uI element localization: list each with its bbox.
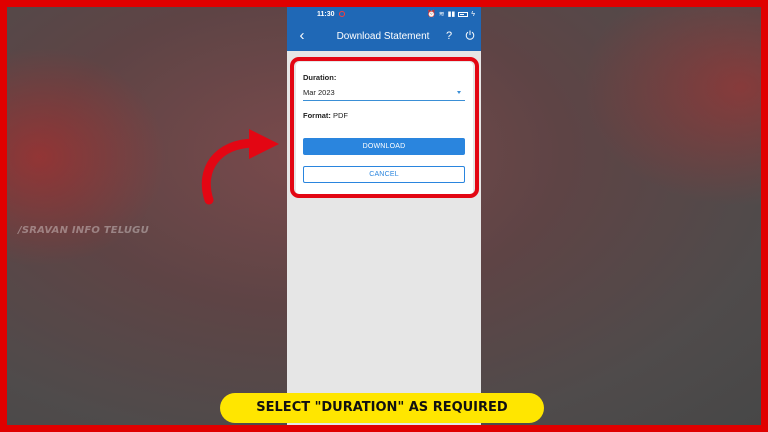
app-bar: ‹ Download Statement ? [287, 21, 481, 51]
phone-screen: 11:30 ⏰ ≋ ▮▮ ϟ ‹ Download Statement ? Du… [287, 7, 481, 425]
status-icons: ⏰ ≋ ▮▮ ϟ [426, 10, 475, 19]
caption-banner: SELECT "DURATION" AS REQUIRED [220, 393, 544, 423]
help-button[interactable]: ? [439, 30, 459, 42]
charging-icon: ϟ [471, 10, 475, 18]
signal-icon: ▮▮ [447, 11, 456, 18]
channel-watermark: /SRAVAN INFO TELUGU [18, 225, 149, 236]
status-time: 11:30 [317, 10, 335, 18]
battery-icon [458, 11, 469, 17]
power-icon [465, 30, 475, 40]
status-bar: 11:30 ⏰ ≋ ▮▮ ϟ [287, 7, 481, 21]
alarm-icon: ⏰ [426, 11, 436, 18]
page-title: Download Statement [336, 30, 430, 42]
pointer-arrow-icon [201, 129, 279, 205]
highlight-box [290, 57, 479, 198]
background-glow-right [581, 7, 761, 207]
logout-button[interactable] [459, 27, 481, 45]
back-button[interactable]: ‹ [287, 21, 317, 51]
wifi-icon: ≋ [438, 11, 445, 18]
arrow-back-icon: ‹ [299, 27, 305, 44]
recording-icon [338, 11, 345, 17]
video-frame: /SRAVAN INFO TELUGU 11:30 ⏰ ≋ ▮▮ ϟ ‹ Dow… [7, 7, 761, 425]
